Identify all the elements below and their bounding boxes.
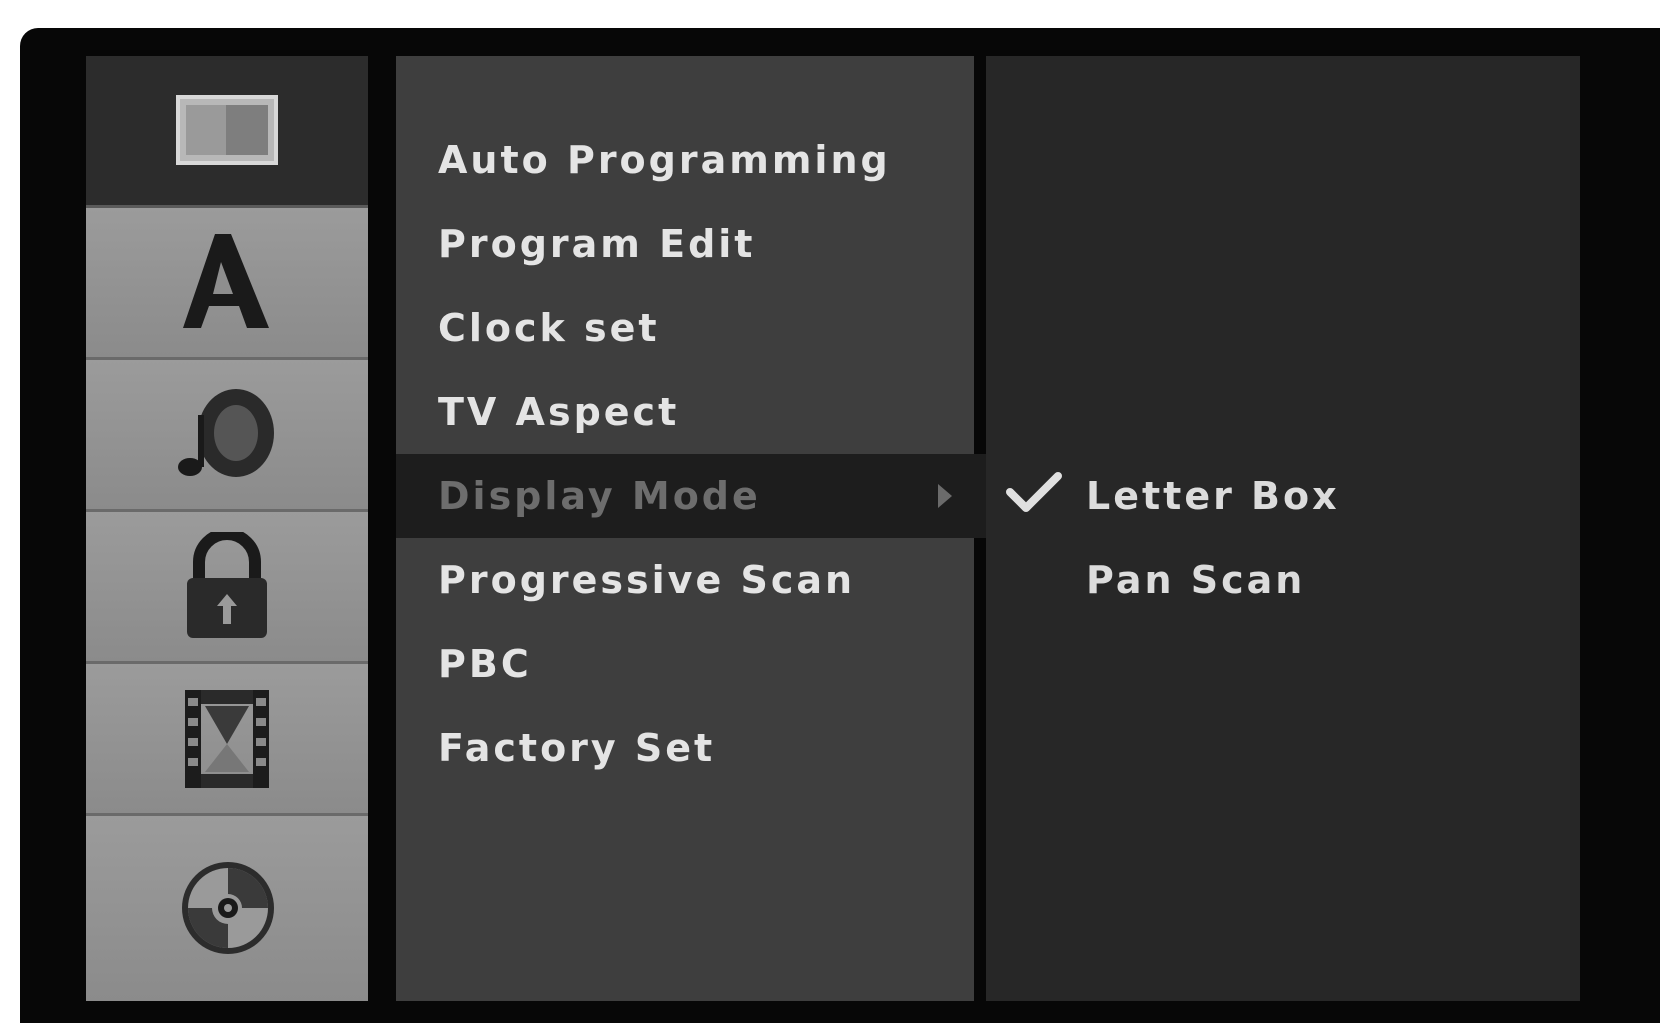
sidebar-item-lock[interactable] (86, 512, 368, 664)
menu-item-label: Auto Programming (438, 138, 891, 182)
checkmark-icon (1006, 472, 1062, 512)
menu-item-pbc[interactable]: PBC (396, 622, 974, 706)
language-icon (183, 233, 269, 328)
menu-item-auto-programming[interactable]: Auto Programming (396, 118, 974, 202)
menu-item-label: TV Aspect (438, 390, 680, 434)
display-mode-options: Letter Box Pan Scan (986, 56, 1580, 1001)
sidebar-item-audio[interactable] (86, 360, 368, 512)
menu-item-label: Progressive Scan (438, 558, 856, 602)
setup-menu: Auto Programming Program Edit Clock set … (396, 56, 986, 1001)
menu-item-label: Factory Set (438, 726, 716, 770)
osd-screen: Auto Programming Program Edit Clock set … (20, 28, 1660, 1023)
menu-item-label: Display Mode (438, 474, 761, 518)
menu-item-clock-set[interactable]: Clock set (396, 286, 974, 370)
menu-item-label: PBC (438, 642, 532, 686)
menu-item-display-mode[interactable]: Display Mode (396, 454, 986, 538)
option-label: Letter Box (1086, 474, 1340, 518)
menu-item-tv-aspect[interactable]: TV Aspect (396, 370, 974, 454)
option-pan-scan[interactable]: Pan Scan (986, 538, 1580, 622)
sidebar-item-disc[interactable] (86, 816, 368, 1001)
category-sidebar (86, 56, 368, 1001)
disc-icon (182, 861, 274, 954)
audio-icon (178, 388, 274, 477)
menu-item-progressive-scan[interactable]: Progressive Scan (396, 538, 974, 622)
menu-item-program-edit[interactable]: Program Edit (396, 202, 974, 286)
tv-icon (176, 94, 278, 165)
menu-item-label: Clock set (438, 306, 660, 350)
option-label: Pan Scan (1086, 558, 1306, 602)
chevron-right-icon (938, 484, 952, 508)
lock-icon (187, 531, 267, 638)
sidebar-item-language[interactable] (86, 208, 368, 360)
option-letter-box[interactable]: Letter Box (986, 454, 1580, 538)
menu-item-label: Program Edit (438, 222, 756, 266)
menu-item-factory-set[interactable]: Factory Set (396, 706, 974, 790)
sidebar-item-recording[interactable] (86, 664, 368, 816)
sidebar-item-tv[interactable] (86, 56, 368, 208)
recording-icon (185, 689, 269, 788)
